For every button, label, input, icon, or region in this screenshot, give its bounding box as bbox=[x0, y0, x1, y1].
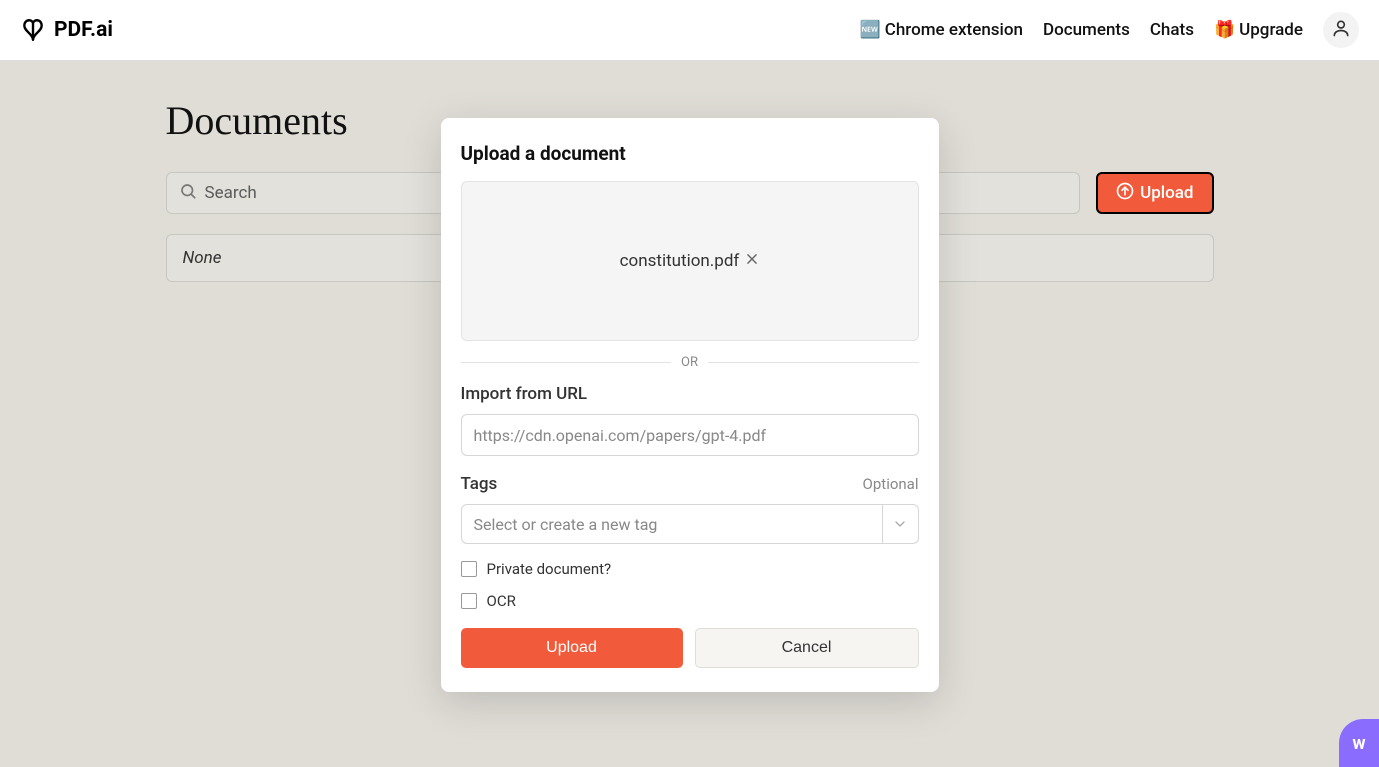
tags-header: Tags Optional bbox=[461, 474, 919, 494]
nav-chrome-extension[interactable]: 🆕 Chrome extension bbox=[860, 20, 1023, 40]
search-placeholder: Search bbox=[205, 183, 257, 203]
import-url-label: Import from URL bbox=[461, 384, 919, 404]
chevron-down-icon bbox=[882, 505, 918, 543]
file-drop-zone[interactable]: constitution.pdf bbox=[461, 181, 919, 341]
modal-title: Upload a document bbox=[461, 142, 919, 165]
tags-label: Tags bbox=[461, 474, 498, 494]
logo-icon bbox=[20, 17, 46, 43]
search-icon bbox=[179, 182, 197, 205]
nav-chats[interactable]: Chats bbox=[1150, 20, 1194, 40]
empty-state-text: None bbox=[183, 248, 222, 268]
nav-label: Chrome extension bbox=[885, 20, 1023, 40]
support-widget[interactable]: w bbox=[1339, 719, 1379, 767]
nav-label: Documents bbox=[1043, 20, 1130, 40]
import-url-input[interactable] bbox=[461, 414, 919, 456]
logo[interactable]: PDF.ai bbox=[20, 17, 113, 43]
private-label: Private document? bbox=[487, 560, 612, 578]
avatar-button[interactable] bbox=[1323, 12, 1359, 48]
widget-letter: w bbox=[1352, 733, 1365, 754]
upload-button-label: Upload bbox=[1140, 183, 1193, 203]
new-badge-icon: 🆕 bbox=[860, 20, 881, 40]
header: PDF.ai 🆕 Chrome extension Documents Chat… bbox=[0, 0, 1379, 61]
button-label: Upload bbox=[546, 639, 597, 657]
file-chip: constitution.pdf bbox=[620, 251, 760, 271]
or-text: OR bbox=[681, 355, 698, 370]
user-icon bbox=[1331, 18, 1351, 42]
close-icon bbox=[745, 251, 759, 271]
button-label: Cancel bbox=[782, 639, 832, 657]
file-name: constitution.pdf bbox=[620, 251, 740, 271]
ocr-checkbox-row[interactable]: OCR bbox=[461, 592, 919, 610]
modal-cancel-button[interactable]: Cancel bbox=[695, 628, 919, 668]
brand-name: PDF.ai bbox=[54, 18, 113, 42]
upload-button[interactable]: Upload bbox=[1096, 172, 1213, 214]
nav-label: Upgrade bbox=[1239, 20, 1303, 40]
or-divider: OR bbox=[461, 355, 919, 370]
upload-modal: Upload a document constitution.pdf OR Im… bbox=[441, 118, 939, 692]
ocr-checkbox[interactable] bbox=[461, 593, 477, 609]
modal-upload-button[interactable]: Upload bbox=[461, 628, 683, 668]
private-checkbox[interactable] bbox=[461, 561, 477, 577]
nav-documents[interactable]: Documents bbox=[1043, 20, 1130, 40]
modal-actions: Upload Cancel bbox=[461, 628, 919, 668]
ocr-label: OCR bbox=[487, 592, 516, 610]
gift-icon: 🎁 bbox=[1214, 20, 1235, 40]
nav-links: 🆕 Chrome extension Documents Chats 🎁 Upg… bbox=[860, 12, 1359, 48]
nav-upgrade[interactable]: 🎁 Upgrade bbox=[1214, 20, 1303, 40]
optional-label: Optional bbox=[863, 475, 919, 493]
private-checkbox-row[interactable]: Private document? bbox=[461, 560, 919, 578]
tags-select[interactable]: Select or create a new tag bbox=[461, 504, 919, 544]
upload-icon bbox=[1116, 182, 1134, 205]
nav-label: Chats bbox=[1150, 20, 1194, 40]
remove-file-button[interactable] bbox=[745, 251, 759, 271]
tags-placeholder: Select or create a new tag bbox=[462, 515, 882, 534]
